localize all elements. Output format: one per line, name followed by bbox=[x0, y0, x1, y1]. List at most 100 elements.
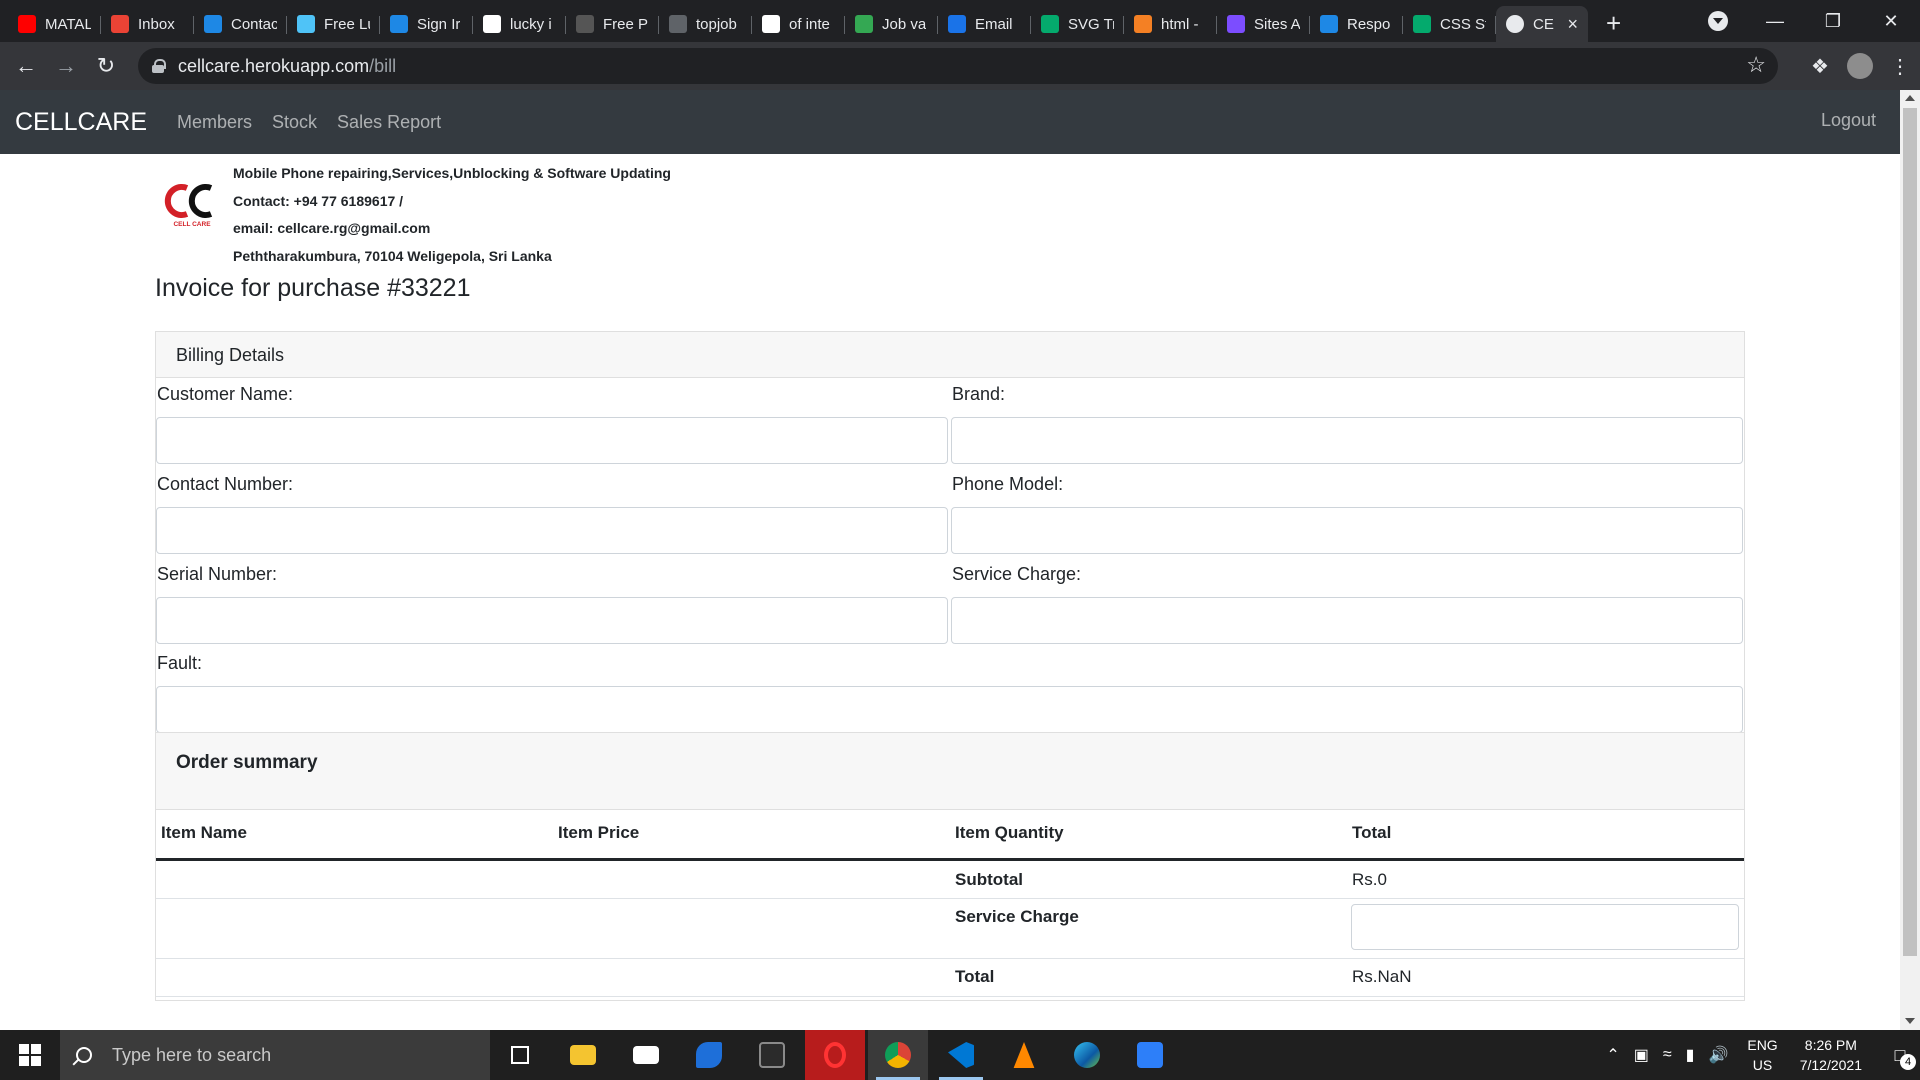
browser-tab[interactable]: Respo bbox=[1310, 7, 1403, 41]
browser-tab-label: SVG Tr bbox=[1068, 15, 1114, 33]
company-header: CELL CARE Mobile Phone repairing,Service… bbox=[155, 154, 1745, 266]
browser-tab-label: Job va bbox=[882, 15, 927, 33]
browser-tab[interactable]: html - bbox=[1124, 7, 1217, 41]
browser-tab[interactable]: Sign Ir bbox=[380, 7, 473, 41]
show-hidden-icons-chevron-icon[interactable]: ⌃ bbox=[1606, 1045, 1619, 1065]
browser-tab[interactable]: of inte bbox=[752, 7, 845, 41]
info-icon bbox=[948, 15, 966, 33]
browser-tab[interactable]: Contac bbox=[194, 7, 287, 41]
service-charge-summary-label: Service Charge bbox=[955, 907, 1079, 926]
nav-sales-report[interactable]: Sales Report bbox=[337, 112, 441, 133]
browser-tab[interactable]: Email bbox=[938, 7, 1031, 41]
windows-logo-icon bbox=[19, 1044, 41, 1066]
taskbar-clock[interactable]: 8:26 PM 7/12/2021 bbox=[1800, 1035, 1862, 1075]
browser-tab-label: Inbox bbox=[138, 15, 175, 33]
customer-name-input[interactable] bbox=[156, 417, 948, 464]
language-indicator[interactable]: ENG US bbox=[1747, 1035, 1777, 1075]
scroll-down-arrow-icon[interactable] bbox=[1905, 1018, 1915, 1024]
active-browser-tab[interactable]: CE × bbox=[1496, 6, 1588, 42]
service-charge-input[interactable] bbox=[951, 597, 1743, 644]
serial-number-input[interactable] bbox=[156, 597, 948, 644]
phone-model-input[interactable] bbox=[951, 507, 1743, 554]
brand-link[interactable]: CELLCARE bbox=[15, 108, 147, 137]
meet-now-icon[interactable]: ▣ bbox=[1634, 1045, 1649, 1065]
logout-link[interactable]: Logout bbox=[1821, 110, 1876, 131]
start-button[interactable] bbox=[0, 1030, 60, 1080]
service-charge-summary-input[interactable] bbox=[1351, 904, 1739, 950]
notification-center-icon[interactable]: □ 4 bbox=[1880, 1030, 1920, 1080]
serial-number-label: Serial Number: bbox=[157, 564, 278, 584]
order-summary-header: Order summary bbox=[156, 732, 1744, 810]
browser-tab[interactable]: lucky i bbox=[473, 7, 566, 41]
mail-icon[interactable] bbox=[616, 1030, 676, 1080]
subtotal-value: Rs.0 bbox=[1352, 870, 1387, 889]
vlc-icon[interactable] bbox=[994, 1030, 1054, 1080]
predator-app-icon[interactable] bbox=[742, 1030, 802, 1080]
address-bar[interactable]: cellcare.herokuapp.com/bill ☆ bbox=[138, 48, 1778, 84]
browser-tab-label: CSS St bbox=[1440, 15, 1486, 33]
browser-tab[interactable]: SVG Tr bbox=[1031, 7, 1124, 41]
browser-tab[interactable]: Job va bbox=[845, 7, 938, 41]
browser-tab-label: lucky i bbox=[510, 15, 552, 33]
w3-icon bbox=[1413, 15, 1431, 33]
th-item-price: Item Price bbox=[558, 823, 640, 842]
browser-tab[interactable]: Free Pi bbox=[566, 7, 659, 41]
scribble-icon bbox=[297, 15, 315, 33]
browser-tab-label: Free Pi bbox=[603, 15, 649, 33]
file-explorer-icon[interactable] bbox=[553, 1030, 613, 1080]
new-tab-plus-icon[interactable]: + bbox=[1606, 8, 1621, 39]
menu-kebab-icon[interactable]: ⋮ bbox=[1880, 54, 1920, 79]
nav-stock[interactable]: Stock bbox=[272, 112, 317, 133]
tab-search-icon[interactable] bbox=[1708, 11, 1728, 31]
battery-icon[interactable]: ▮ bbox=[1686, 1045, 1695, 1065]
browser-tab[interactable]: Inbox bbox=[101, 7, 194, 41]
row-divider bbox=[156, 996, 1744, 997]
scroll-up-arrow-icon[interactable] bbox=[1905, 95, 1915, 101]
system-tray: ⌃ ▣ ≈ ▮ 🔊 ENG US 8:26 PM 7/12/2021 □ 4 bbox=[1599, 1030, 1920, 1080]
profile-avatar[interactable] bbox=[1847, 53, 1873, 79]
lock-icon[interactable] bbox=[152, 59, 166, 73]
chrome-icon[interactable] bbox=[868, 1030, 928, 1080]
total-value: Rs.NaN bbox=[1352, 967, 1412, 986]
reload-icon[interactable]: ↻ bbox=[86, 53, 126, 79]
m-icon bbox=[1227, 15, 1245, 33]
volume-icon[interactable]: 🔊 bbox=[1708, 1045, 1728, 1065]
minimize-icon[interactable]: — bbox=[1746, 11, 1804, 32]
scroll-thumb[interactable] bbox=[1903, 108, 1917, 956]
bookmark-star-icon[interactable]: ☆ bbox=[1746, 52, 1766, 78]
close-window-icon[interactable]: ✕ bbox=[1862, 11, 1920, 32]
extensions-puzzle-icon[interactable]: ❖ bbox=[1800, 54, 1840, 79]
browser-tab-label: html - bbox=[1161, 15, 1199, 33]
page-viewport: CELLCARE Members Stock Sales Report Logo… bbox=[0, 90, 1920, 1030]
brand-input[interactable] bbox=[951, 417, 1743, 464]
browser-tab[interactable]: MATAL bbox=[8, 7, 101, 41]
browser-tab-label: MATAL bbox=[45, 15, 91, 33]
taskbar-search[interactable]: Type here to search bbox=[60, 1030, 490, 1080]
stackoverflow-icon bbox=[1134, 15, 1152, 33]
word-app-icon[interactable] bbox=[1120, 1030, 1180, 1080]
wifi-icon[interactable]: ≈ bbox=[1663, 1046, 1672, 1064]
windows-taskbar: Type here to search ⌃ ▣ ≈ ▮ 🔊 ENG US 8:2… bbox=[0, 1030, 1920, 1080]
restore-icon[interactable]: ❐ bbox=[1804, 11, 1862, 32]
browser-tab-label: Sites A bbox=[1254, 15, 1300, 33]
browser-tab[interactable]: CSS St bbox=[1403, 7, 1496, 41]
toolbar-actions: ❖ ⋮ bbox=[1800, 42, 1920, 90]
browser-tab[interactable]: Free Lu bbox=[287, 7, 380, 41]
contact-number-input[interactable] bbox=[156, 507, 948, 554]
globe-icon bbox=[669, 15, 687, 33]
browser-tab[interactable]: Sites A bbox=[1217, 7, 1310, 41]
close-tab-icon[interactable]: × bbox=[1567, 14, 1578, 35]
task-view-icon[interactable] bbox=[490, 1030, 550, 1080]
forward-arrow-icon[interactable]: → bbox=[46, 53, 86, 79]
photos-app-icon[interactable] bbox=[679, 1030, 739, 1080]
fault-input[interactable] bbox=[156, 686, 1743, 733]
browser-tab-label: of inte bbox=[789, 15, 830, 33]
vscode-icon[interactable] bbox=[931, 1030, 991, 1080]
page-scrollbar[interactable] bbox=[1900, 90, 1920, 1030]
browser-tab[interactable]: topjob bbox=[659, 7, 752, 41]
nav-members[interactable]: Members bbox=[177, 112, 252, 133]
opera-icon[interactable] bbox=[805, 1030, 865, 1080]
edge-icon[interactable] bbox=[1057, 1030, 1117, 1080]
window-controls: — ❐ ✕ bbox=[1746, 0, 1920, 42]
back-arrow-icon[interactable]: ← bbox=[6, 53, 46, 79]
